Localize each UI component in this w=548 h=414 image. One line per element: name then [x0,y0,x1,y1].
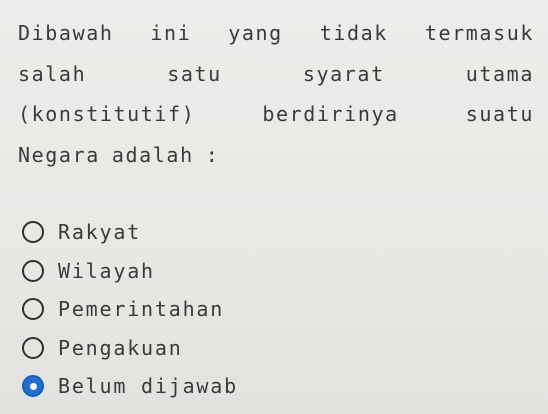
question-word: Dibawah [18,21,114,45]
option-pengakuan[interactable]: Pengakuan [22,329,238,368]
question-text: Dibawah ini yang tidak termasuk salah sa… [18,18,534,180]
radio-button[interactable] [22,336,44,359]
radio-button[interactable] [22,259,44,282]
radio-button[interactable] [22,221,44,244]
question-word: utama [465,61,534,86]
question-word: suatu [465,102,534,126]
question-word: satu [167,61,222,86]
question-line-4: Negara adalah : [18,140,534,181]
question-line-3: (konstitutif) berdirinya suatu [18,99,534,140]
quiz-screen: Dibawah ini yang tidak termasuk salah sa… [0,0,548,414]
question-line-1: Dibawah ini yang tidak termasuk [18,18,534,59]
question-word: : [205,142,220,167]
question-word: salah [18,61,87,86]
radio-button-selected[interactable] [22,375,44,398]
question-word: (konstitutif) [18,102,196,126]
question-word: adalah [111,142,194,167]
option-label: Wilayah [58,258,155,283]
option-label: Pemerintahan [58,297,225,322]
option-label: Belum dijawab [58,374,238,399]
question-word: Negara [18,142,100,167]
question-word: berdirinya [262,102,399,126]
option-rakyat[interactable]: Rakyat [22,213,238,252]
question-line-2: salah satu syarat utama [18,59,534,100]
question-word: termasuk [424,21,534,45]
option-label: Rakyat [58,220,142,245]
option-wilayah[interactable]: Wilayah [22,252,238,291]
option-label: Pengakuan [58,335,183,360]
answer-options: Rakyat Wilayah Pemerintahan Pengakuan Be… [22,213,238,406]
question-word: yang [228,21,283,45]
question-word: tidak [319,21,388,45]
option-belum-dijawab[interactable]: Belum dijawab [22,367,238,406]
question-word: syarat [302,61,385,86]
radio-button[interactable] [22,298,44,321]
option-pemerintahan[interactable]: Pemerintahan [22,290,238,329]
question-word: ini [150,21,192,45]
